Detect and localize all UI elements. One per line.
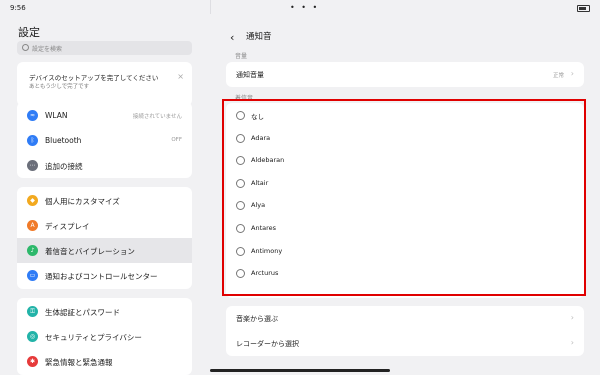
search-icon <box>22 44 29 51</box>
volume-card: 通知音量 正常 › <box>226 62 584 87</box>
radio-button[interactable] <box>236 178 245 188</box>
chevron-right-icon: › <box>570 313 574 322</box>
ringtone-option[interactable]: Antimony <box>226 239 584 264</box>
ringtone-option[interactable]: Aldebaran <box>226 148 584 173</box>
status-time: 9:56 <box>10 4 26 12</box>
notification-icon: ▭ <box>27 270 38 281</box>
sidebar-item-label: 追加の接続 <box>45 162 83 171</box>
customize-icon: ◆ <box>27 195 38 206</box>
sidebar-item-sound[interactable]: ♪ 着信音とバイブレーション <box>17 238 192 263</box>
ringtone-label: Altair <box>251 178 269 187</box>
ringtone-option[interactable]: なし <box>226 103 584 128</box>
sidebar-item-biometrics[interactable]: ⚿ 生体認証とパスワード <box>17 299 192 324</box>
sidebar-item-bluetooth[interactable]: ᛒ Bluetooth OFF <box>17 128 192 153</box>
sidebar-item-notifications[interactable]: ▭ 通知およびコントロールセンター <box>17 263 192 288</box>
sidebar-item-value: 接続されていません <box>132 114 182 120</box>
sidebar-item-value: OFF <box>171 137 182 143</box>
sidebar-item-label: WLAN <box>45 111 68 120</box>
sidebar-item-emergency[interactable]: ✱ 緊急情報と緊急通報 <box>17 349 192 374</box>
display-icon: A <box>27 220 38 231</box>
row-label: 音楽から選ぶ <box>236 315 278 323</box>
ringtone-label: Antares <box>251 224 277 232</box>
ringtone-label: Alya <box>251 201 266 210</box>
setup-card[interactable]: デバイスのセットアップを完了してください あともう少しで完了です × <box>17 62 192 106</box>
custom-source-card: 音楽から選ぶ › レコーダーから選択 › <box>226 306 584 356</box>
chevron-right-icon: › <box>570 338 574 347</box>
ringtone-option[interactable]: Adara <box>226 126 584 151</box>
search-placeholder: 設定を検索 <box>32 46 63 53</box>
ringtone-option[interactable]: Antares <box>226 216 584 241</box>
ringtone-list: なし Adara Aldebaran Altair Alya Antares A… <box>226 103 584 298</box>
back-arrow-icon[interactable]: ‹ <box>230 31 234 44</box>
ringtone-option[interactable]: Altair <box>226 171 584 196</box>
radio-button[interactable] <box>236 133 245 143</box>
security-icon: ◎ <box>27 331 38 342</box>
emergency-icon: ✱ <box>27 356 38 367</box>
row-label: 通知音量 <box>236 71 264 79</box>
ringtone-label: なし <box>251 113 264 121</box>
close-icon[interactable]: × <box>177 72 184 81</box>
ringtone-label: Aldebaran <box>251 156 285 165</box>
panel-title: 通知音 <box>246 32 272 42</box>
sidebar-item-label: 通知およびコントロールセンター <box>45 272 158 281</box>
sidebar-item-label: セキュリティとプライバシー <box>45 333 142 342</box>
settings-sidebar: 設定 設定を検索 デバイスのセットアップを完了してください あともう少しで完了で… <box>0 14 210 375</box>
ringtone-section-label: 着信音 <box>235 95 254 102</box>
sidebar-item-label: 生体認証とパスワード <box>45 308 120 317</box>
sidebar-item-display[interactable]: A ディスプレイ <box>17 213 192 238</box>
sidebar-item-label: 緊急情報と緊急通報 <box>45 358 113 367</box>
sidebar-item-label: 個人用にカスタマイズ <box>45 197 120 206</box>
biometric-icon: ⚿ <box>27 306 38 317</box>
radio-button[interactable] <box>236 111 245 120</box>
radio-button[interactable] <box>236 201 245 211</box>
radio-button[interactable] <box>236 269 245 279</box>
choose-from-music-row[interactable]: 音楽から選ぶ › <box>226 306 584 331</box>
ringtone-option[interactable]: Arcturus <box>226 261 584 286</box>
personal-group: ◆ 個人用にカスタマイズ A ディスプレイ ♪ 着信音とバイブレーション ▭ 通… <box>17 187 192 289</box>
wifi-icon: ≈ <box>27 110 38 121</box>
sidebar-item-customize[interactable]: ◆ 個人用にカスタマイズ <box>17 188 192 213</box>
sidebar-item-label: Bluetooth <box>45 136 82 145</box>
connection-group: ≈ WLAN 接続されていません ᛒ Bluetooth OFF ⋯ 追加の接続 <box>17 102 192 178</box>
row-value: 正常 <box>552 73 564 79</box>
ringtone-option[interactable]: Alya <box>226 193 584 218</box>
setup-title: デバイスのセットアップを完了してください <box>29 74 159 82</box>
bluetooth-icon: ᛒ <box>27 135 38 146</box>
notification-volume-row[interactable]: 通知音量 正常 › <box>226 62 584 87</box>
sidebar-item-security[interactable]: ◎ セキュリティとプライバシー <box>17 324 192 349</box>
status-bar: 9:56 • • • <box>0 0 600 14</box>
ringtone-label: Adara <box>251 133 271 142</box>
ringtone-label: Antimony <box>251 246 283 255</box>
choose-from-recorder-row[interactable]: レコーダーから選択 › <box>226 331 584 356</box>
window-dots[interactable]: • • • <box>290 3 319 12</box>
row-label: レコーダーから選択 <box>236 340 299 348</box>
page-title: 設定 <box>18 26 40 39</box>
sidebar-item-wlan[interactable]: ≈ WLAN 接続されていません <box>17 103 192 128</box>
volume-section-label: 音量 <box>235 53 248 60</box>
search-input[interactable]: 設定を検索 <box>17 41 192 55</box>
radio-button[interactable] <box>236 156 245 166</box>
more-icon: ⋯ <box>27 160 38 171</box>
chevron-right-icon: › <box>570 69 574 78</box>
sound-icon: ♪ <box>27 245 38 256</box>
sidebar-item-label: ディスプレイ <box>45 222 90 231</box>
ringtone-label: Arcturus <box>251 269 279 278</box>
sidebar-item-label: 着信音とバイブレーション <box>45 247 135 256</box>
notification-sound-panel: ‹ 通知音 音量 通知音量 正常 › 着信音 なし Adara Aldebara… <box>210 14 600 375</box>
battery-icon <box>577 5 590 12</box>
radio-button[interactable] <box>236 224 245 233</box>
radio-button[interactable] <box>236 246 245 256</box>
home-indicator[interactable] <box>210 369 390 372</box>
sidebar-item-more-connections[interactable]: ⋯ 追加の接続 <box>17 153 192 178</box>
security-group: ⚿ 生体認証とパスワード ◎ セキュリティとプライバシー ✱ 緊急情報と緊急通報 <box>17 298 192 375</box>
setup-subtitle: あともう少しで完了です <box>29 84 90 90</box>
